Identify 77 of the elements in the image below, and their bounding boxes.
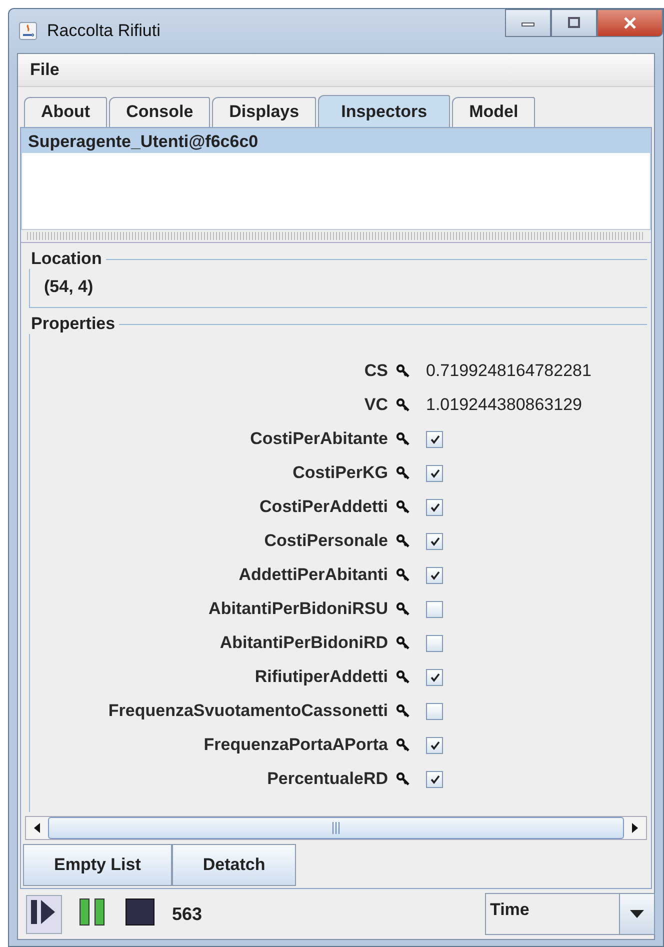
property-name: CS xyxy=(363,361,389,381)
checkmark-icon xyxy=(428,739,440,751)
checkbox[interactable] xyxy=(426,430,443,448)
pause-icon xyxy=(77,898,107,926)
maximize-icon xyxy=(567,17,581,29)
play-button[interactable] xyxy=(26,894,62,934)
app-icon xyxy=(19,22,37,40)
property-name: CostiPerAddetti xyxy=(258,497,389,517)
checkbox[interactable] xyxy=(426,702,443,720)
time-dropdown[interactable]: Time xyxy=(485,893,655,935)
minimize-button[interactable] xyxy=(505,9,551,37)
grip-icon xyxy=(332,822,340,834)
tab[interactable]: Displays xyxy=(212,97,316,127)
right-arrow-icon xyxy=(631,823,639,833)
list-item[interactable]: Superagente_Utenti@f6c6c0 xyxy=(22,129,650,153)
menu-item[interactable]: File xyxy=(26,60,64,80)
scroll-left-button[interactable] xyxy=(26,817,48,839)
checkmark-icon xyxy=(428,535,440,547)
scroll-right-button[interactable] xyxy=(624,817,646,839)
key-icon[interactable] xyxy=(396,398,410,412)
checkbox[interactable] xyxy=(426,770,443,788)
property-value: 0.7199248164782281 xyxy=(425,361,592,381)
tab[interactable]: Model xyxy=(452,97,536,127)
key-icon[interactable] xyxy=(396,602,410,616)
key-icon[interactable] xyxy=(396,738,410,752)
property-name: CostiPersonale xyxy=(263,531,389,551)
checkbox[interactable] xyxy=(426,668,443,686)
property-name: VC xyxy=(363,395,389,415)
property-name: CostiPerAbitante xyxy=(249,429,389,449)
key-icon[interactable] xyxy=(396,500,410,514)
property-name: AbitantiPerBidoniRD xyxy=(218,633,389,653)
key-icon[interactable] xyxy=(396,466,410,480)
key-icon[interactable] xyxy=(396,704,410,718)
group-title: Properties xyxy=(31,314,116,334)
key-icon[interactable] xyxy=(396,364,410,378)
property-name: FrequenzaSvuotamentoCassonetti xyxy=(107,701,389,721)
step-counter: 563 xyxy=(172,904,202,924)
action-button[interactable]: Detatch xyxy=(172,844,296,886)
key-icon[interactable] xyxy=(396,670,410,684)
property-name: AbitantiPerBidoniRSU xyxy=(208,599,389,619)
checkmark-icon xyxy=(428,671,440,683)
property-name: RifiutiperAddetti xyxy=(254,667,389,687)
checkbox[interactable] xyxy=(426,600,443,618)
dropdown-arrow-icon xyxy=(630,910,644,918)
tab[interactable]: Inspectors xyxy=(318,95,450,127)
left-arrow-icon xyxy=(33,823,41,833)
checkbox[interactable] xyxy=(426,634,443,652)
property-name: FrequenzaPortaAPorta xyxy=(202,735,389,755)
property-name: AddettiPerAbitanti xyxy=(238,565,389,585)
window-title: Raccolta Rifiuti xyxy=(47,21,160,41)
checkmark-icon xyxy=(428,773,440,785)
key-icon[interactable] xyxy=(396,534,410,548)
property-name: PercentualeRD xyxy=(266,769,389,789)
close-button[interactable] xyxy=(597,9,663,37)
location-value: (54, 4) xyxy=(44,277,94,296)
checkmark-icon xyxy=(428,569,440,581)
checkbox[interactable] xyxy=(426,566,443,584)
action-button[interactable]: Empty List xyxy=(23,844,172,886)
close-icon xyxy=(623,17,637,29)
tab[interactable]: Console xyxy=(109,97,210,127)
checkbox[interactable] xyxy=(426,464,443,482)
key-icon[interactable] xyxy=(396,636,410,650)
checkmark-icon xyxy=(428,467,440,479)
checkmark-icon xyxy=(428,501,440,513)
maximize-button[interactable] xyxy=(551,9,597,37)
property-name: CostiPerKG xyxy=(292,463,389,483)
group-title: Location xyxy=(31,249,102,269)
checkbox[interactable] xyxy=(426,532,443,550)
key-icon[interactable] xyxy=(396,568,410,582)
key-icon[interactable] xyxy=(396,432,410,446)
tab[interactable]: About xyxy=(24,97,108,127)
checkbox[interactable] xyxy=(426,736,443,754)
key-icon[interactable] xyxy=(396,772,410,786)
stop-icon xyxy=(125,898,155,926)
checkbox[interactable] xyxy=(426,498,443,516)
checkmark-icon xyxy=(428,433,440,445)
property-value: 1.019244380863129 xyxy=(425,395,583,415)
